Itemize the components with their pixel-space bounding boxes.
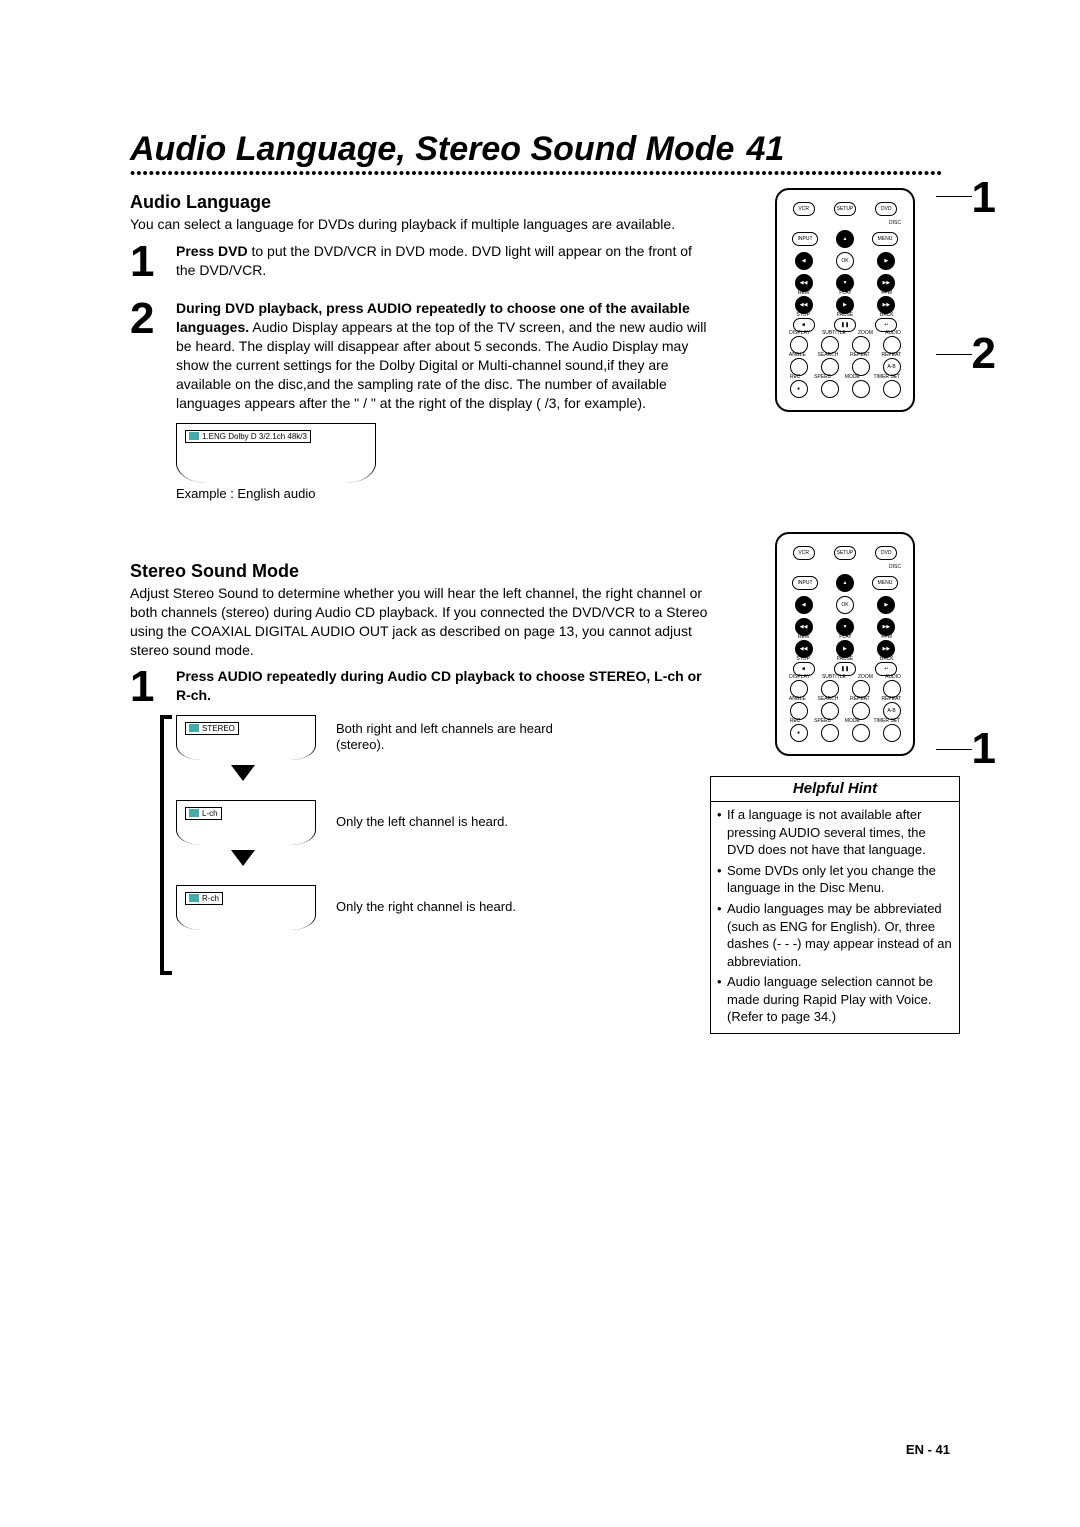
helpful-hint-box: Helpful Hint If a language is not availa… <box>710 776 960 1034</box>
stereo-opt3-desc: Only the right channel is heard. <box>336 899 516 916</box>
stereo-opt1-desc: Both right and left channels are heard (… <box>336 721 576 755</box>
remote-rec-button: ● <box>790 380 808 398</box>
stereo-heading: Stereo Sound Mode <box>130 561 710 582</box>
remote-mode-button <box>852 380 870 398</box>
callout-1: 1 <box>972 176 996 220</box>
remote-diagram-2: VCR SETUP DVD DISC INPUT ▲ MENU ◀ OK ▶ ◀… <box>775 532 915 756</box>
speaker-icon <box>189 432 199 440</box>
remote-timerset-button <box>883 380 901 398</box>
remote-up-button: ▲ <box>836 230 854 248</box>
remote-ok-button: OK <box>836 252 854 270</box>
hint-item: If a language is not available after pre… <box>717 806 953 859</box>
hint-item: Some DVDs only let you change the langua… <box>717 862 953 897</box>
remote-left-button: ◀ <box>795 252 813 270</box>
osd-caption: Example : English audio <box>176 486 710 501</box>
callout-stereo-1: 1 <box>972 727 996 771</box>
stereo-step-number-1: 1 <box>130 667 166 707</box>
page-title: Audio Language, Stereo Sound Mode <box>130 130 734 169</box>
hint-item: Audio languages may be abbreviated (such… <box>717 900 953 970</box>
audio-step2-text: During DVD playback, press AUDIO repeate… <box>176 299 710 412</box>
stereo-opt2-desc: Only the left channel is heard. <box>336 814 508 831</box>
divider-dots: ••••••••••••••••••••••••••••••••••••••••… <box>130 165 960 182</box>
remote-input-button: INPUT <box>792 232 818 246</box>
remote-vcr-button: VCR <box>793 202 815 216</box>
remote-menu-button: MENU <box>872 232 898 246</box>
stereo-intro: Adjust Stereo Sound to determine whether… <box>130 584 710 660</box>
step-number-2: 2 <box>130 299 166 412</box>
stereo-step1-text: Press AUDIO repeatedly during Audio CD p… <box>176 667 710 707</box>
page-number-top: 41 <box>746 130 784 169</box>
osd-example-screen: 1.ENG Dolby D 3/2.1ch 48k/3 <box>176 423 376 483</box>
audio-step1-text: Press DVD to put the DVD/VCR in DVD mode… <box>176 242 710 282</box>
step-number-1: 1 <box>130 242 166 282</box>
remote-setup-button: SETUP <box>834 202 856 216</box>
audio-language-intro: You can select a language for DVDs durin… <box>130 215 710 234</box>
audio-language-heading: Audio Language <box>130 192 710 213</box>
footer-page-marker: EN - 41 <box>906 1442 950 1457</box>
remote-speed-button <box>821 380 839 398</box>
remote-dvd-button: DVD <box>875 202 897 216</box>
stereo-diagram: STEREO Both right and left channels are … <box>176 715 576 930</box>
hint-item: Audio language selection cannot be made … <box>717 973 953 1026</box>
remote-diagram-1: VCR SETUP DVD DISC INPUT ▲ MENU ◀ OK ▶ ◀… <box>775 188 915 412</box>
osd-text: 1.ENG Dolby D 3/2.1ch 48k/3 <box>202 432 307 441</box>
callout-2: 2 <box>972 332 996 376</box>
remote-right-button: ▶ <box>877 252 895 270</box>
helpful-hint-title: Helpful Hint <box>711 777 959 802</box>
